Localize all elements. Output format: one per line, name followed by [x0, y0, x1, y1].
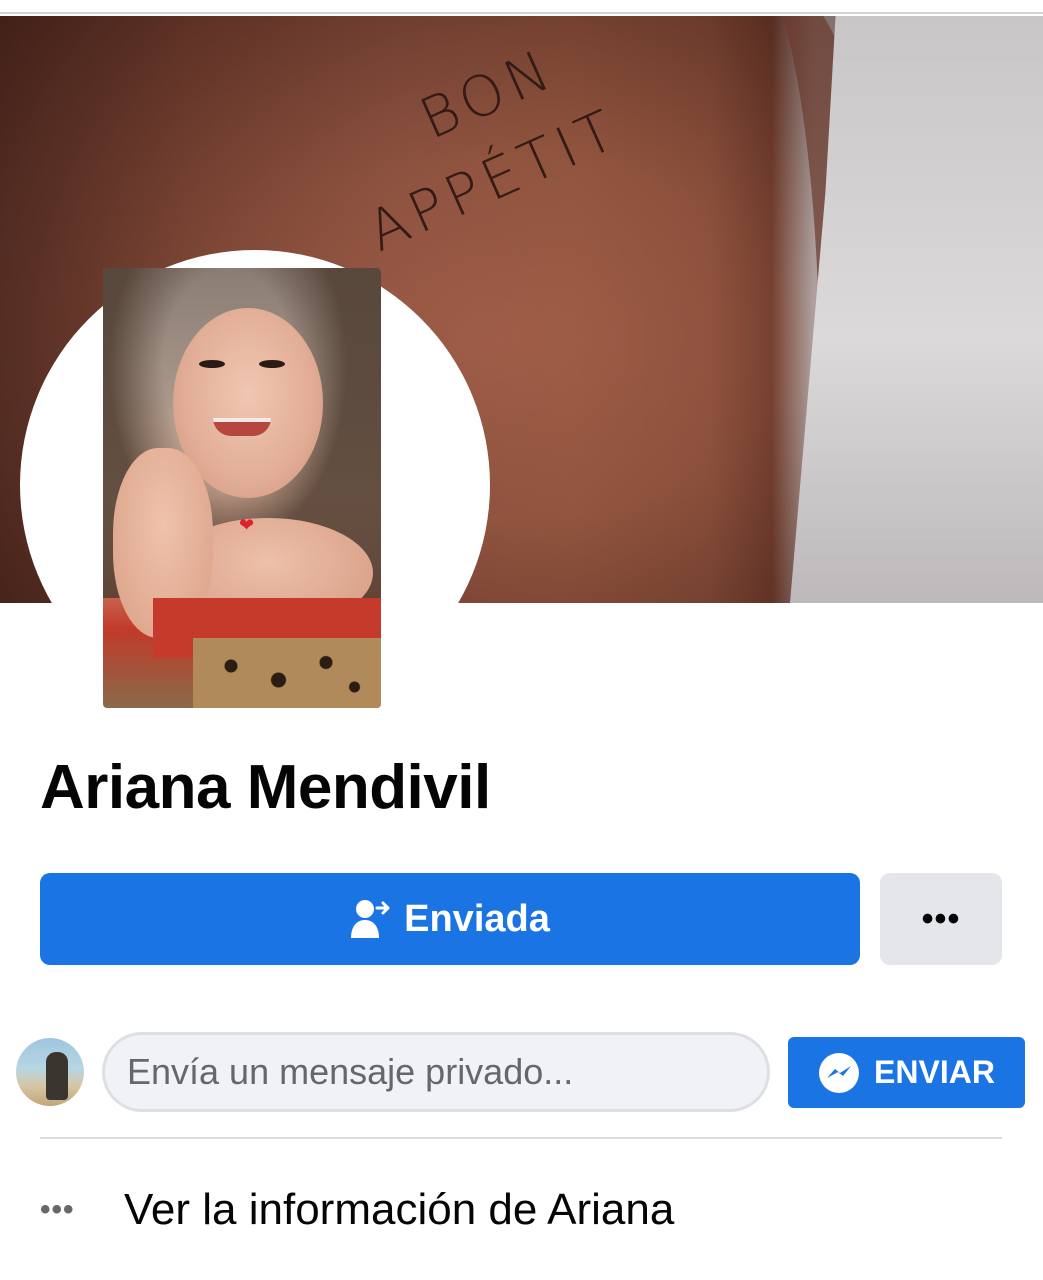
- friend-request-label: Enviada: [404, 897, 550, 940]
- more-options-button[interactable]: •••: [880, 873, 1002, 965]
- eye-right: [259, 360, 285, 368]
- leopard-print: [193, 638, 381, 708]
- profile-picture[interactable]: ❤: [103, 268, 381, 708]
- see-info-link[interactable]: ••• Ver la información de Ariana: [40, 1180, 940, 1240]
- see-info-label: Ver la información de Ariana: [124, 1185, 675, 1234]
- private-message-input[interactable]: [102, 1032, 770, 1112]
- top-divider: [0, 0, 1043, 14]
- heart-emoji: ❤: [239, 515, 255, 535]
- avatar-figure: [46, 1052, 68, 1100]
- profile-name: Ariana Mendivil: [40, 753, 491, 822]
- mouth: [213, 418, 271, 436]
- section-divider: [40, 1137, 1002, 1139]
- more-dots-icon: •••: [921, 899, 961, 938]
- more-dots-icon: •••: [40, 1193, 75, 1226]
- profile-page: BON APPÉTIT ❤ Ariana Mendivil Enviada ••…: [0, 0, 1043, 1280]
- person-arrow-icon: [351, 900, 390, 938]
- friend-request-sent-button[interactable]: Enviada: [40, 873, 860, 965]
- send-label: ENVIAR: [874, 1054, 995, 1090]
- send-button[interactable]: ENVIAR: [788, 1037, 1025, 1108]
- my-avatar: [16, 1038, 84, 1106]
- eye-left: [199, 360, 225, 368]
- messenger-icon: [819, 1052, 860, 1093]
